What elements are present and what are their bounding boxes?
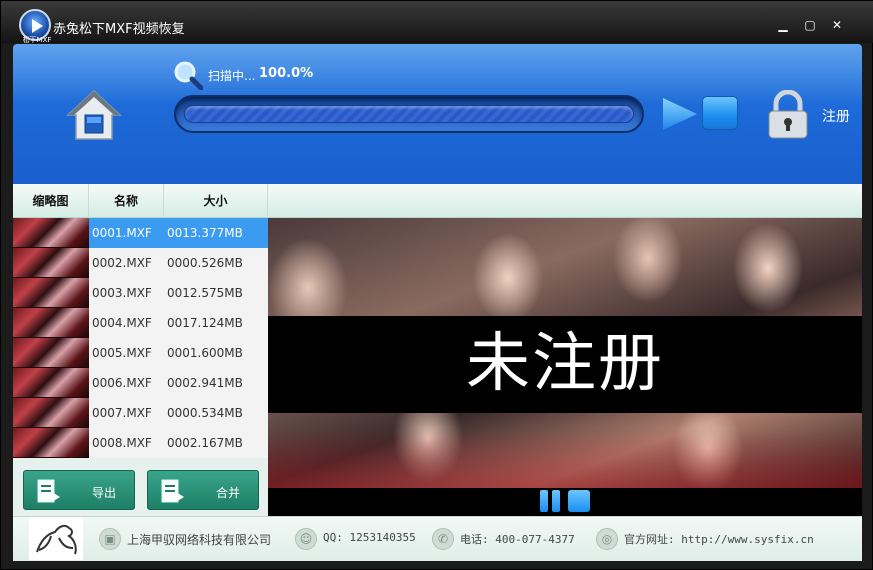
merge-icon — [161, 479, 184, 503]
file-row[interactable]: 0003.MXF 0012.575MB — [89, 278, 268, 308]
footer-bar: ▣ 上海甲驭网络科技有限公司 ☺ QQ: 1253140355 ✆ 电话: 40… — [13, 516, 862, 561]
qq-icon: ☺ — [295, 528, 317, 550]
start-scan-icon[interactable] — [661, 96, 699, 132]
playback-controls — [268, 488, 862, 516]
file-name: 0004.MXF — [92, 316, 152, 330]
file-size: 0001.600MB — [167, 346, 243, 360]
file-name: 0001.MXF — [92, 226, 152, 240]
file-size: 0013.377MB — [167, 226, 243, 240]
file-size: 0017.124MB — [167, 316, 243, 330]
minimize-button[interactable]: ▁ — [773, 17, 793, 33]
qq-number[interactable]: QQ: 1253140355 — [323, 531, 416, 544]
action-bar: 导出 合并 — [13, 458, 268, 516]
file-row[interactable]: 0001.MXF 0013.377MB — [89, 218, 268, 248]
register-link[interactable]: 注册 — [822, 106, 850, 126]
merge-button[interactable]: 合并 — [147, 470, 259, 510]
export-icon — [37, 479, 60, 503]
scan-progress-fill — [184, 105, 634, 123]
file-thumbnail[interactable] — [13, 398, 89, 428]
file-thumbnail[interactable] — [13, 338, 89, 368]
merge-label: 合并 — [216, 486, 241, 500]
export-label: 导出 — [92, 486, 117, 500]
stop-scan-icon[interactable] — [702, 96, 738, 130]
file-list-header: 缩略图 名称 大小 — [13, 184, 862, 218]
file-list[interactable]: 0001.MXF 0013.377MB 0002.MXF 0000.526MB … — [13, 218, 268, 458]
phone-number[interactable]: 电话: 400-077-4377 — [460, 531, 575, 547]
file-size: 0000.526MB — [167, 256, 243, 270]
file-size: 0002.941MB — [167, 376, 243, 390]
file-row[interactable]: 0008.MXF 0002.167MB — [89, 428, 268, 458]
file-name: 0002.MXF — [92, 256, 152, 270]
window-title: 赤兔松下MXF视频恢复 — [53, 22, 185, 37]
maximize-button[interactable]: ▢ — [800, 17, 820, 33]
unregistered-watermark: 未注册 — [466, 327, 664, 401]
pause-icon[interactable] — [540, 490, 562, 512]
website-icon: ◎ — [596, 528, 618, 550]
header-panel: 扫描中... 100.0% 注册 — [13, 44, 862, 184]
file-name: 0007.MXF — [92, 406, 152, 420]
file-thumbnail[interactable] — [13, 248, 89, 278]
thumbnail-column — [13, 218, 89, 458]
file-name: 0003.MXF — [92, 286, 152, 300]
search-icon — [174, 61, 203, 90]
column-size[interactable]: 大小 — [164, 184, 268, 218]
file-name: 0006.MXF — [92, 376, 152, 390]
company-name: 上海甲驭网络科技有限公司 — [127, 533, 272, 547]
file-thumbnail[interactable] — [13, 308, 89, 338]
video-preview[interactable]: 未注册 — [268, 218, 862, 488]
file-name: 0008.MXF — [92, 436, 152, 450]
lock-icon[interactable] — [766, 90, 810, 140]
column-thumbnail[interactable]: 缩略图 — [13, 184, 89, 218]
close-button[interactable]: ✕ — [827, 17, 847, 33]
scan-progress-bar — [174, 95, 644, 133]
export-button[interactable]: 导出 — [23, 470, 135, 510]
file-size: 0002.167MB — [167, 436, 243, 450]
file-row[interactable]: 0006.MXF 0002.941MB — [89, 368, 268, 398]
file-size: 0012.575MB — [167, 286, 243, 300]
file-name: 0005.MXF — [92, 346, 152, 360]
file-thumbnail[interactable] — [13, 218, 89, 248]
file-thumbnail[interactable] — [13, 368, 89, 398]
home-icon[interactable] — [66, 87, 122, 143]
phone-icon: ✆ — [432, 528, 454, 550]
company-horse-logo-icon — [29, 518, 83, 560]
scan-status-label: 扫描中... — [208, 69, 256, 83]
company-icon: ▣ — [99, 528, 121, 550]
app-logo-icon: 松下MXF — [19, 9, 51, 44]
title-bar[interactable]: 松下MXF 赤兔松下MXF视频恢复 ▁ ▢ ✕ — [1, 1, 873, 44]
column-name[interactable]: 名称 — [89, 184, 164, 218]
file-row[interactable]: 0005.MXF 0001.600MB — [89, 338, 268, 368]
file-thumbnail[interactable] — [13, 428, 89, 458]
file-row[interactable]: 0007.MXF 0000.534MB — [89, 398, 268, 428]
website-link[interactable]: 官方网址: http://www.sysfix.cn — [624, 531, 814, 547]
app-window: 松下MXF 赤兔松下MXF视频恢复 ▁ ▢ ✕ 扫描中... 100.0% 注册… — [0, 0, 873, 570]
scan-percent: 100.0% — [259, 66, 314, 81]
file-row[interactable]: 0004.MXF 0017.124MB — [89, 308, 268, 338]
stop-icon[interactable] — [568, 490, 590, 512]
file-row[interactable]: 0002.MXF 0000.526MB — [89, 248, 268, 278]
file-size: 0000.534MB — [167, 406, 243, 420]
file-thumbnail[interactable] — [13, 278, 89, 308]
